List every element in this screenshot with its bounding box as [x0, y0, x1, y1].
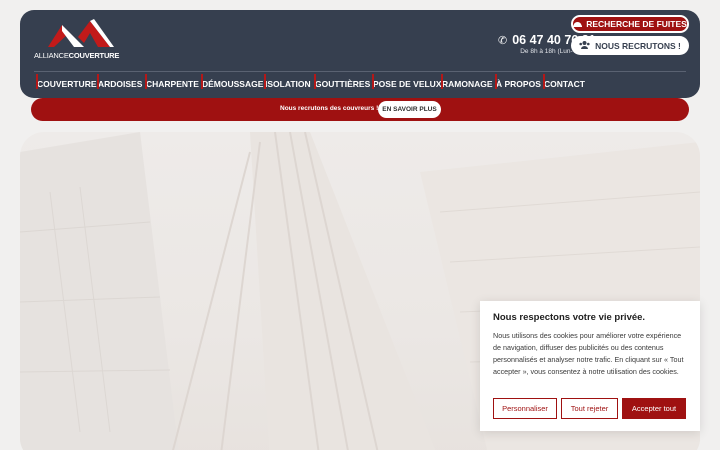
nav-item-gouttieres[interactable]: GOUTTIÈRES: [313, 74, 370, 89]
recruit-button[interactable]: NOUS RECRUTONS !: [571, 36, 689, 55]
nav-item-demoussage[interactable]: DÉMOUSSAGE: [200, 74, 263, 89]
leak-search-label: RECHERCHE DE FUITES: [586, 19, 687, 29]
logo-text: ALLIANCECOUVERTURE: [34, 51, 119, 60]
nav-item-ardoises[interactable]: ARDOISES: [96, 74, 142, 89]
cookie-text: Nous utilisons des cookies pour améliore…: [493, 331, 684, 376]
users-icon: [579, 40, 590, 51]
leak-search-button[interactable]: RECHERCHE DE FUITES: [571, 15, 689, 33]
nav-item-a-propos[interactable]: À PROPOS: [495, 74, 541, 89]
reject-all-button[interactable]: Tout rejeter: [561, 398, 618, 419]
site-header: ALLIANCECOUVERTURE ✆ 06 47 40 76 81 De 8h…: [20, 10, 700, 98]
learn-more-button[interactable]: EN SAVOIR PLUS: [378, 101, 441, 118]
accept-all-button[interactable]: Accepter tout: [622, 398, 686, 419]
phone-icon: ✆: [498, 35, 508, 47]
customize-button[interactable]: Personnaliser: [493, 398, 557, 419]
cookie-title: Nous respectons votre vie privée.: [493, 312, 646, 323]
main-nav: COUVERTURE ARDOISES CHARPENTE DÉMOUSSAGE…: [20, 72, 700, 98]
logo-text-bold: COUVERTURE: [68, 51, 120, 60]
logo[interactable]: ALLIANCECOUVERTURE: [34, 19, 130, 63]
nav-item-isolation[interactable]: ISOLATION: [264, 74, 311, 89]
nav-item-couverture[interactable]: COUVERTURE: [36, 74, 97, 89]
announcement-text: Nous recrutons des couvreurs !: [280, 105, 379, 112]
nav-item-ramonage[interactable]: RAMONAGE: [441, 74, 493, 89]
cookie-consent-banner: Nous respectons votre vie privée. Nous u…: [480, 301, 700, 431]
logo-text-light: ALLIANCE: [34, 51, 69, 60]
recruit-label: NOUS RECRUTONS !: [595, 40, 681, 51]
nav-item-contact[interactable]: CONTACT: [543, 74, 585, 89]
roof-logo-icon: [48, 19, 114, 47]
nav-item-charpente[interactable]: CHARPENTE: [145, 74, 199, 89]
nav-item-velux[interactable]: POSE DE VELUX: [372, 74, 442, 89]
recruitment-announcement: Nous recrutons des couvreurs ! EN SAVOIR…: [31, 98, 689, 121]
helmet-icon: [573, 19, 583, 29]
